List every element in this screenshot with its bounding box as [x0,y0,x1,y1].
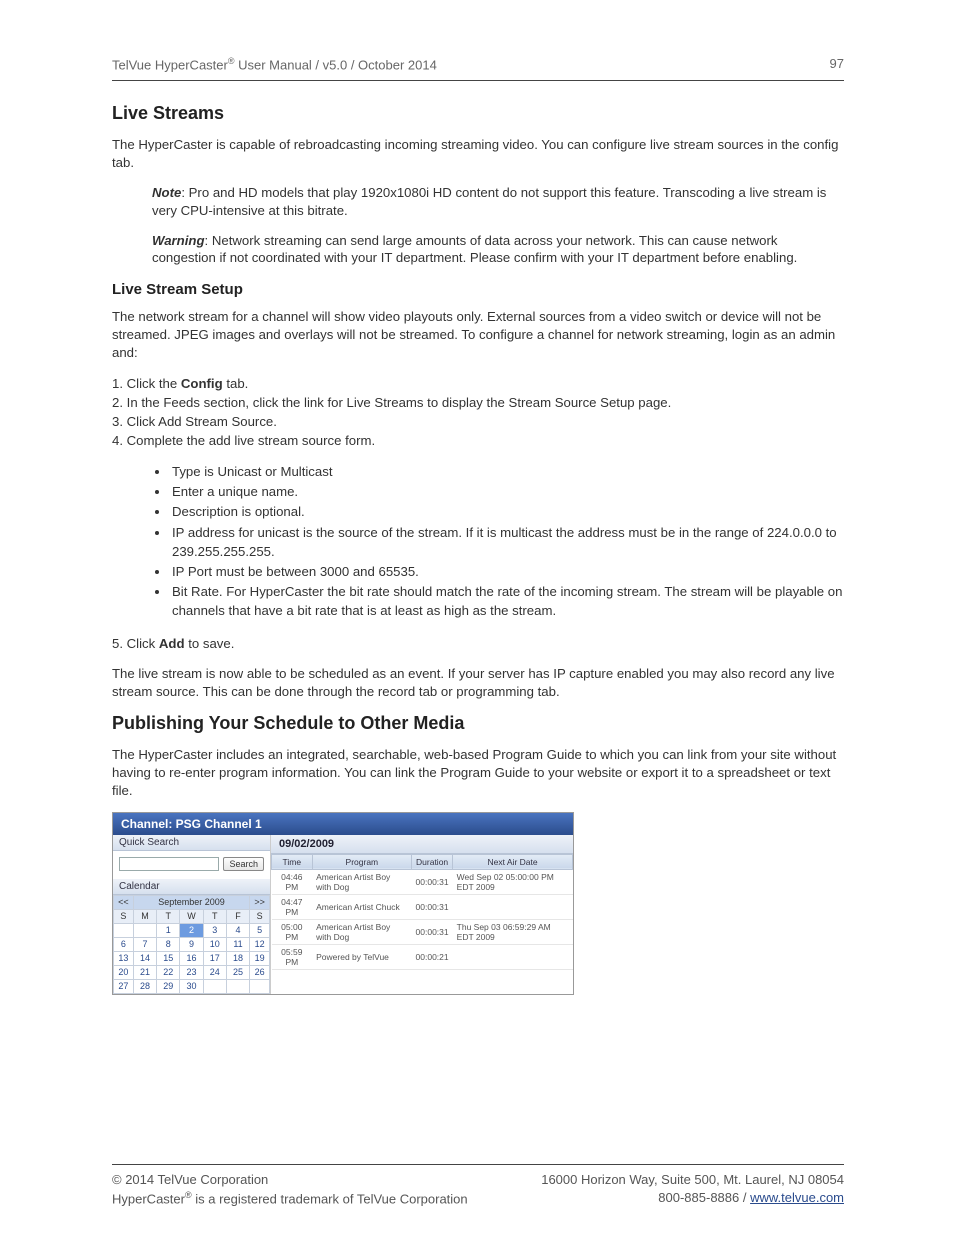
live-streams-intro: The HyperCaster is capable of rebroadcas… [112,136,844,172]
setup-steps-cont: 5. Click Add to save. [112,634,844,653]
footer-address: 16000 Horizon Way, Suite 500, Mt. Laurel… [541,1171,844,1189]
quick-search-header: Quick Search [113,835,270,851]
cal-day[interactable]: 15 [157,951,180,965]
page-number: 97 [830,56,844,72]
step-5: 5. Click Add to save. [112,634,844,653]
table-row: 05:00 PMAmerican Artist Boy with Dog00:0… [272,919,573,944]
bullet: IP Port must be between 3000 and 65535. [170,562,844,581]
calendar: << September 2009 >> SMTWTFS 12345678910… [113,895,270,994]
footer-copyright: © 2014 TelVue Corporation [112,1171,268,1189]
cal-day[interactable]: 30 [180,979,203,993]
bullet: Bit Rate. For HyperCaster the bit rate s… [170,582,844,620]
cal-day[interactable]: 20 [114,965,134,979]
cal-day[interactable]: 5 [250,923,270,937]
table-row: 04:47 PMAmerican Artist Chuck00:00:31 [272,894,573,919]
form-bullets: Type is Unicast or Multicast Enter a uni… [170,462,844,620]
figure-titlebar: Channel: PSG Channel 1 [113,813,573,835]
header-rule [112,80,844,81]
schedule-date: 09/02/2009 [271,835,573,854]
footer-link[interactable]: www.telvue.com [750,1190,844,1205]
cal-day [203,979,226,993]
publishing-intro: The HyperCaster includes an integrated, … [112,746,844,799]
cal-day [226,979,249,993]
setup-steps: 1. Click the Config tab. 2. In the Feeds… [112,374,844,451]
cal-day[interactable]: 8 [157,937,180,951]
step-2: 2. In the Feeds section, click the link … [112,393,844,412]
setup-outro: The live stream is now able to be schedu… [112,665,844,701]
cal-day[interactable]: 11 [226,937,249,951]
cal-day[interactable]: 26 [250,965,270,979]
cal-day[interactable]: 21 [133,965,156,979]
bullet: Description is optional. [170,502,844,521]
step-3: 3. Click Add Stream Source. [112,412,844,431]
cal-day[interactable]: 10 [203,937,226,951]
cal-day [133,923,156,937]
heading-publishing: Publishing Your Schedule to Other Media [112,713,844,734]
cal-day[interactable]: 22 [157,965,180,979]
page-header: TelVue HyperCaster® User Manual / v5.0 /… [112,56,844,72]
calendar-header: Calendar [113,879,270,895]
cal-day[interactable]: 1 [157,923,180,937]
cal-day[interactable]: 7 [133,937,156,951]
cal-day[interactable]: 28 [133,979,156,993]
search-input[interactable] [119,857,219,871]
bullet: Type is Unicast or Multicast [170,462,844,481]
step-4: 4. Complete the add live stream source f… [112,431,844,450]
program-guide-figure: Channel: PSG Channel 1 Quick Search Sear… [112,812,574,995]
cal-day[interactable]: 25 [226,965,249,979]
cal-day[interactable]: 16 [180,951,203,965]
footer-rule [112,1164,844,1165]
cal-day[interactable]: 6 [114,937,134,951]
cal-day[interactable]: 4 [226,923,249,937]
cal-day[interactable]: 18 [226,951,249,965]
cal-month: September 2009 [133,895,249,909]
program-table: TimeProgramDurationNext Air Date 04:46 P… [271,854,573,970]
cal-day [114,923,134,937]
step-1: 1. Click the Config tab. [112,374,844,393]
heading-live-streams: Live Streams [112,103,844,124]
cal-day[interactable]: 29 [157,979,180,993]
table-row: 05:59 PMPowered by TelVue00:00:21 [272,944,573,969]
cal-day[interactable]: 23 [180,965,203,979]
cal-day[interactable]: 3 [203,923,226,937]
cal-day[interactable]: 24 [203,965,226,979]
note-block: Note: Pro and HD models that play 1920x1… [152,184,834,220]
bullet: IP address for unicast is the source of … [170,523,844,561]
cal-day[interactable]: 2 [180,923,203,937]
cal-day[interactable]: 12 [250,937,270,951]
footer-contact: 800-885-8886 / www.telvue.com [658,1189,844,1209]
warning-block: Warning: Network streaming can send larg… [152,232,834,268]
cal-day[interactable]: 9 [180,937,203,951]
cal-day[interactable]: 19 [250,951,270,965]
search-button[interactable]: Search [223,857,264,871]
cal-day[interactable]: 14 [133,951,156,965]
cal-day[interactable]: 13 [114,951,134,965]
cal-day[interactable]: 27 [114,979,134,993]
heading-live-stream-setup: Live Stream Setup [112,281,844,298]
cal-prev[interactable]: << [114,895,134,909]
page-footer: © 2014 TelVue Corporation 16000 Horizon … [112,1124,844,1209]
footer-trademark: HyperCaster® is a registered trademark o… [112,1189,468,1209]
table-row: 04:46 PMAmerican Artist Boy with Dog00:0… [272,869,573,894]
cal-day[interactable]: 17 [203,951,226,965]
header-title: TelVue HyperCaster® User Manual / v5.0 /… [112,56,437,72]
cal-next[interactable]: >> [250,895,270,909]
setup-intro: The network stream for a channel will sh… [112,308,844,361]
cal-day [250,979,270,993]
bullet: Enter a unique name. [170,482,844,501]
